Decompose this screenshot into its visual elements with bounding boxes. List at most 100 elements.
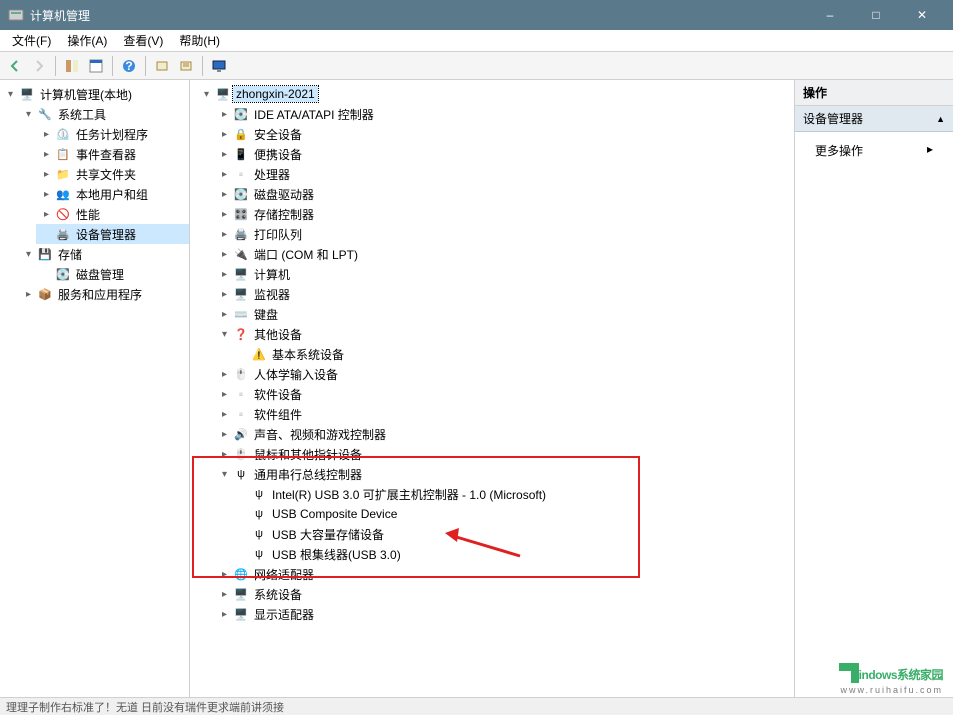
watermark: indows系统家园 www.ruihaifu.com: [837, 661, 943, 695]
device-software-dev[interactable]: ▸▫️软件设备: [214, 384, 794, 404]
device-label: 处理器: [251, 165, 293, 184]
tree-event-viewer[interactable]: ▸ 📋 事件查看器: [36, 144, 189, 164]
chevron-right-icon[interactable]: ▸: [218, 108, 231, 121]
chevron-down-icon[interactable]: ▾: [218, 328, 231, 341]
properties-button[interactable]: [85, 55, 107, 77]
tree-services[interactable]: ▸ 📦 服务和应用程序: [18, 284, 189, 304]
device-system[interactable]: ▸🖥️系统设备: [214, 584, 794, 604]
tree-performance[interactable]: ▸ 🚫 性能: [36, 204, 189, 224]
device-usb-composite[interactable]: ψUSB Composite Device: [232, 504, 794, 524]
toolbar-separator: [145, 56, 146, 76]
services-icon: 📦: [37, 286, 53, 302]
device-usb-mass-storage[interactable]: ψUSB 大容量存储设备: [232, 524, 794, 544]
show-hide-button[interactable]: [61, 55, 83, 77]
chevron-right-icon[interactable]: ▸: [218, 308, 231, 321]
chevron-right-icon[interactable]: ▸: [218, 568, 231, 581]
chevron-right-icon[interactable]: ▸: [218, 368, 231, 381]
chevron-down-icon[interactable]: ▾: [200, 88, 213, 101]
menu-view[interactable]: 查看(V): [115, 30, 171, 51]
chevron-right-icon[interactable]: ▸: [218, 448, 231, 461]
chevron-right-icon[interactable]: ▸: [218, 608, 231, 621]
device-storage-ctrl[interactable]: ▸🎛️存储控制器: [214, 204, 794, 224]
chevron-right-icon[interactable]: ▸: [40, 128, 53, 141]
chevron-right-icon[interactable]: ▸: [218, 128, 231, 141]
device-network[interactable]: ▸🌐网络适配器: [214, 564, 794, 584]
back-button[interactable]: [4, 55, 26, 77]
system-icon: 🖥️: [233, 586, 249, 602]
device-processor[interactable]: ▸▫️处理器: [214, 164, 794, 184]
forward-button[interactable]: [28, 55, 50, 77]
chevron-down-icon[interactable]: ▾: [218, 468, 231, 481]
device-disk-drives[interactable]: ▸💽磁盘驱动器: [214, 184, 794, 204]
device-usb-root-hub[interactable]: ψUSB 根集线器(USB 3.0): [232, 544, 794, 564]
device-portable[interactable]: ▸📱便携设备: [214, 144, 794, 164]
chevron-right-icon[interactable]: ▸: [218, 188, 231, 201]
chevron-right-icon[interactable]: ▸: [40, 148, 53, 161]
chevron-right-icon[interactable]: ▸: [218, 248, 231, 261]
chevron-right-icon[interactable]: ▸: [218, 228, 231, 241]
tree-local-users[interactable]: ▸ 👥 本地用户和组: [36, 184, 189, 204]
update-button[interactable]: [175, 55, 197, 77]
chevron-down-icon[interactable]: ▾: [4, 88, 17, 101]
tree-system-tools[interactable]: ▾ 🔧 系统工具: [18, 104, 189, 124]
chevron-right-icon[interactable]: ▸: [218, 388, 231, 401]
device-ide[interactable]: ▸💽IDE ATA/ATAPI 控制器: [214, 104, 794, 124]
chevron-right-icon[interactable]: ▸: [22, 288, 35, 301]
chevron-right-icon[interactable]: ▸: [218, 408, 231, 421]
chevron-right-icon[interactable]: ▸: [40, 208, 53, 221]
maximize-button[interactable]: □: [853, 0, 899, 30]
tree-storage[interactable]: ▾ 💾 存储: [18, 244, 189, 264]
device-hid[interactable]: ▸🖱️人体学输入设备: [214, 364, 794, 384]
device-monitors[interactable]: ▸🖥️监视器: [214, 284, 794, 304]
action-more[interactable]: 更多操作 ▸: [795, 132, 953, 169]
usb-device-icon: ψ: [251, 506, 267, 522]
chevron-right-icon[interactable]: ▸: [218, 428, 231, 441]
tree-task-scheduler[interactable]: ▸ ⏲️ 任务计划程序: [36, 124, 189, 144]
chevron-right-icon[interactable]: ▸: [218, 268, 231, 281]
help-button[interactable]: ?: [118, 55, 140, 77]
close-button[interactable]: ✕: [899, 0, 945, 30]
chevron-right-icon[interactable]: ▸: [218, 168, 231, 181]
expander-blank: [236, 528, 249, 541]
device-keyboards[interactable]: ▸⌨️键盘: [214, 304, 794, 324]
device-other-child[interactable]: ⚠️基本系统设备: [232, 344, 794, 364]
device-audio[interactable]: ▸🔊声音、视频和游戏控制器: [214, 424, 794, 444]
device-ports[interactable]: ▸🔌端口 (COM 和 LPT): [214, 244, 794, 264]
device-software-comp[interactable]: ▸▫️软件组件: [214, 404, 794, 424]
device-usb[interactable]: ▾ψ通用串行总线控制器: [214, 464, 794, 484]
chevron-right-icon[interactable]: ▸: [218, 588, 231, 601]
actions-section[interactable]: 设备管理器 ▲: [795, 106, 953, 132]
watermark-logo: indows系统家园: [837, 661, 943, 685]
tree-shared-folders[interactable]: ▸ 📁 共享文件夹: [36, 164, 189, 184]
actions-section-label: 设备管理器: [803, 110, 863, 127]
menu-action[interactable]: 操作(A): [59, 30, 115, 51]
device-security[interactable]: ▸🔒安全设备: [214, 124, 794, 144]
expander-blank: [236, 348, 249, 361]
chevron-right-icon[interactable]: ▸: [218, 208, 231, 221]
device-computer[interactable]: ▸🖥️计算机: [214, 264, 794, 284]
chevron-right-icon[interactable]: ▸: [218, 148, 231, 161]
tree-device-manager[interactable]: 🖨️ 设备管理器: [36, 224, 189, 244]
chevron-down-icon[interactable]: ▾: [22, 248, 35, 261]
device-usb-intel[interactable]: ψIntel(R) USB 3.0 可扩展主机控制器 - 1.0 (Micros…: [232, 484, 794, 504]
menu-help[interactable]: 帮助(H): [171, 30, 228, 51]
tree-disk-management[interactable]: 💽 磁盘管理: [36, 264, 189, 284]
monitor-button[interactable]: [208, 55, 230, 77]
scan-button[interactable]: [151, 55, 173, 77]
performance-icon: 🚫: [55, 206, 71, 222]
chevron-down-icon[interactable]: ▾: [22, 108, 35, 121]
chevron-right-icon[interactable]: ▸: [40, 168, 53, 181]
tools-icon: 🔧: [37, 106, 53, 122]
chevron-right-icon[interactable]: ▸: [40, 188, 53, 201]
device-display[interactable]: ▸🖥️显示适配器: [214, 604, 794, 624]
minimize-button[interactable]: –: [807, 0, 853, 30]
device-mouse[interactable]: ▸🖱️鼠标和其他指针设备: [214, 444, 794, 464]
device-root[interactable]: ▾ 🖥️ zhongxin-2021: [196, 84, 794, 104]
pc-icon: 🖥️: [233, 266, 249, 282]
device-other[interactable]: ▾❓其他设备: [214, 324, 794, 344]
menu-file[interactable]: 文件(F): [4, 30, 59, 51]
usb-device-icon: ψ: [251, 546, 267, 562]
chevron-right-icon[interactable]: ▸: [218, 288, 231, 301]
tree-root-computer-management[interactable]: ▾ 🖥️ 计算机管理(本地): [0, 84, 189, 104]
device-print-queue[interactable]: ▸🖨️打印队列: [214, 224, 794, 244]
